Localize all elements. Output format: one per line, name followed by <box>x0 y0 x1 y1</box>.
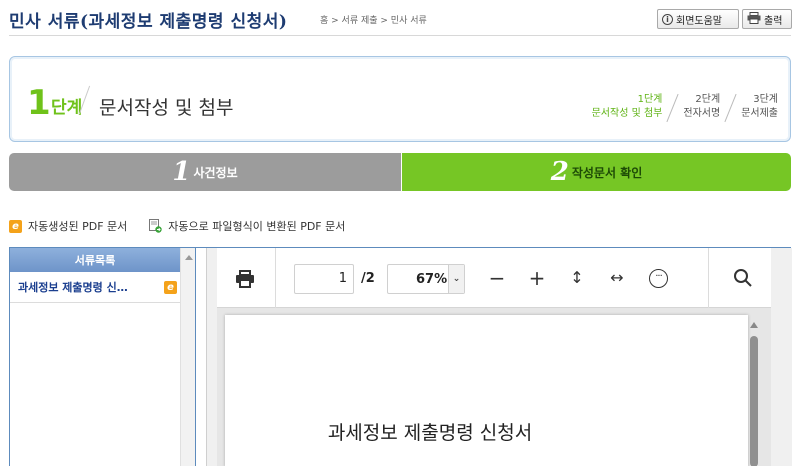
document-heading: 과세정보 제출명령 신청서 <box>327 422 533 444</box>
scrollbar-thumb[interactable] <box>750 336 758 466</box>
step-separator <box>666 93 679 123</box>
pdf-viewer: 1 /2 67% ⌄ − + ↕ ↔ ··· 과세정보 제출명령 신청서 <box>206 248 792 466</box>
list-divider <box>10 302 180 303</box>
tab-2-label: 작성문서 확인 <box>571 165 643 180</box>
step-2-number: 2단계 <box>695 94 721 105</box>
page-total: /2 <box>361 271 375 286</box>
help-button-label: 회면도움말 <box>676 15 722 27</box>
document-frame: 서류목록 과세정보 제출명령 신… e 1 /2 67% ⌄ − + ↕ ↔ ·… <box>9 247 792 466</box>
info-icon: i <box>662 13 673 25</box>
document-list-panel: 서류목록 과세정보 제출명령 신… e <box>10 248 196 466</box>
step-2: 2단계 전자서명 <box>683 93 720 121</box>
help-button[interactable]: i 회면도움말 <box>657 9 739 29</box>
chevron-down-icon: ⌄ <box>448 265 464 293</box>
step-separator <box>724 93 737 123</box>
tab-2-number: 2 <box>550 157 569 187</box>
document-list-scrollbar[interactable] <box>180 248 195 466</box>
tab-1-number: 1 <box>172 157 191 187</box>
breadcrumb: 홈 > 서류 제출 > 민사 서류 <box>320 16 427 26</box>
step-1: 1단계 문서작성 및 첨부 <box>592 93 663 121</box>
step-list: 1단계 문서작성 및 첨부 2단계 전자서명 3단계 문서제출 <box>592 93 778 123</box>
zoom-out-icon[interactable]: − <box>486 266 508 290</box>
scroll-up-arrow-icon[interactable] <box>185 255 193 260</box>
tab-case-info[interactable]: 1 사건정보 <box>9 153 401 191</box>
zoom-select[interactable]: 67% ⌄ <box>387 264 465 294</box>
page-header: 민사 서류(과세정보 제출명령 신청서) 홈 > 서류 제출 > 민사 서류 i… <box>0 0 800 36</box>
generated-pdf-icon: e <box>164 281 177 294</box>
step-1-number: 1단계 <box>637 94 663 105</box>
pdf-scrollbar[interactable] <box>748 310 760 466</box>
step-3-number: 3단계 <box>753 94 778 105</box>
step-3: 3단계 문서제출 <box>741 93 778 121</box>
zoom-value: 67% <box>416 272 448 287</box>
header-divider <box>9 35 791 36</box>
tab-1-label: 사건정보 <box>193 165 238 180</box>
search-icon[interactable] <box>733 268 753 288</box>
zoom-in-icon[interactable]: + <box>526 266 548 290</box>
pdf-toolbar: 1 /2 67% ⌄ − + ↕ ↔ ··· <box>217 248 771 308</box>
toolbar-separator <box>708 248 709 308</box>
print-button-label: 출력 <box>764 15 783 27</box>
current-step-title: 문서작성 및 첨부 <box>99 97 234 119</box>
print-icon[interactable] <box>235 270 255 288</box>
toolbar-separator <box>275 248 276 308</box>
fit-width-icon[interactable]: ↔ <box>606 266 628 290</box>
step-indicator-box: 1 단계 문서작성 및 첨부 1단계 문서작성 및 첨부 2단계 전자서명 3단… <box>9 56 791 142</box>
document-list-header: 서류목록 <box>10 248 180 272</box>
pdf-page: 과세정보 제출명령 신청서 <box>225 315 748 466</box>
generated-pdf-label: 자동생성된 PDF 문서 <box>28 220 128 233</box>
pdf-legend: e 자동생성된 PDF 문서 자동으로 파일형식이 변환된 PDF 문서 <box>9 218 345 234</box>
fit-height-icon[interactable]: ↕ <box>566 266 588 290</box>
page-title: 민사 서류(과세정보 제출명령 신청서) <box>9 12 288 32</box>
more-options-icon[interactable]: ··· <box>649 269 668 288</box>
converted-pdf-label: 자동으로 파일형식이 변환된 PDF 문서 <box>168 220 346 233</box>
converted-pdf-icon <box>149 219 162 233</box>
pdf-page-area: 과세정보 제출명령 신청서 <box>217 308 771 466</box>
scroll-up-arrow-icon[interactable] <box>750 322 758 328</box>
step-2-label: 전자서명 <box>683 108 721 119</box>
printer-icon <box>747 11 761 27</box>
page-number-input[interactable]: 1 <box>294 264 354 294</box>
generated-pdf-icon: e <box>9 219 22 233</box>
tab-document-check[interactable]: 2 작성문서 확인 <box>401 153 791 191</box>
current-step-number: 1 <box>27 83 51 123</box>
print-button[interactable]: 출력 <box>742 9 792 29</box>
document-list-item[interactable]: 과세정보 제출명령 신… <box>18 279 178 295</box>
step-3-label: 문서제출 <box>741 108 778 119</box>
current-step-word: 단계 <box>51 98 83 118</box>
progress-tabs: 1 사건정보 2 작성문서 확인 <box>9 153 791 191</box>
step-1-label: 문서작성 및 첨부 <box>591 108 663 119</box>
